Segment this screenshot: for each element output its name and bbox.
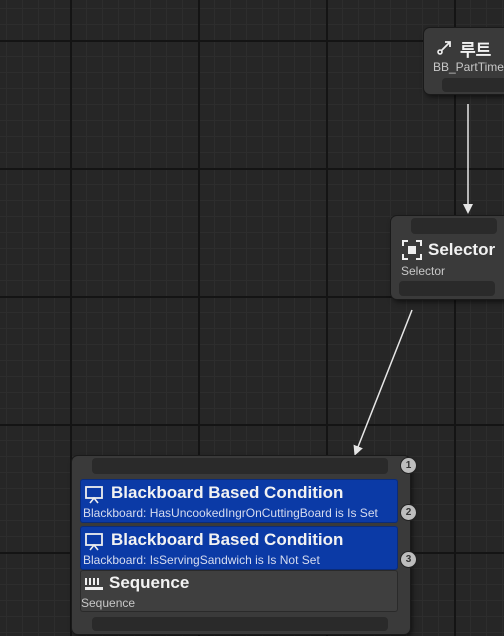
sequence-node[interactable]: 1 Blackboard Based Condition Blackboard:… bbox=[72, 456, 416, 634]
decorator-title: Blackboard Based Condition bbox=[111, 530, 344, 549]
selector-input-pin[interactable] bbox=[411, 218, 497, 234]
decorator-index-badge: 3 bbox=[401, 552, 416, 567]
root-node[interactable]: 루트 BB_PartTime bbox=[424, 28, 504, 94]
sequence-title: Sequence bbox=[109, 573, 190, 592]
root-output-pin[interactable] bbox=[442, 78, 504, 92]
decorator-blackboard-condition-2[interactable]: Blackboard Based Condition Blackboard: I… bbox=[80, 526, 398, 570]
execution-index-badge: 1 bbox=[401, 458, 416, 473]
root-blackboard-label: BB_PartTime bbox=[433, 60, 504, 74]
decorator-index-badge: 2 bbox=[401, 505, 416, 520]
decorator-title: Blackboard Based Condition bbox=[111, 483, 344, 502]
decorator-subtitle: Blackboard: IsServingSandwich is Is Not … bbox=[83, 553, 320, 567]
selector-subtitle: Selector bbox=[401, 264, 446, 278]
selector-title: Selector bbox=[428, 240, 496, 259]
decorator-blackboard-condition-1[interactable]: Blackboard Based Condition Blackboard: H… bbox=[80, 479, 398, 523]
root-title: 루트 bbox=[460, 41, 492, 60]
decorator-icon bbox=[85, 533, 103, 551]
sequence-composite[interactable]: Sequence Sequence bbox=[80, 570, 398, 612]
sequence-subtitle: Sequence bbox=[81, 596, 136, 610]
sequence-input-pin[interactable] bbox=[92, 458, 388, 474]
selector-icon bbox=[402, 240, 422, 260]
sequence-icon bbox=[85, 578, 103, 590]
decorator-icon bbox=[85, 486, 103, 504]
selector-node[interactable]: Selector Selector bbox=[391, 216, 504, 299]
selector-to-sequence-wire bbox=[353, 309, 413, 456]
decorator-subtitle: Blackboard: HasUncookedIngrOnCuttingBoar… bbox=[83, 506, 378, 520]
sequence-output-pin[interactable] bbox=[92, 617, 388, 631]
root-icon bbox=[437, 41, 451, 55]
selector-output-pin[interactable] bbox=[399, 281, 495, 296]
